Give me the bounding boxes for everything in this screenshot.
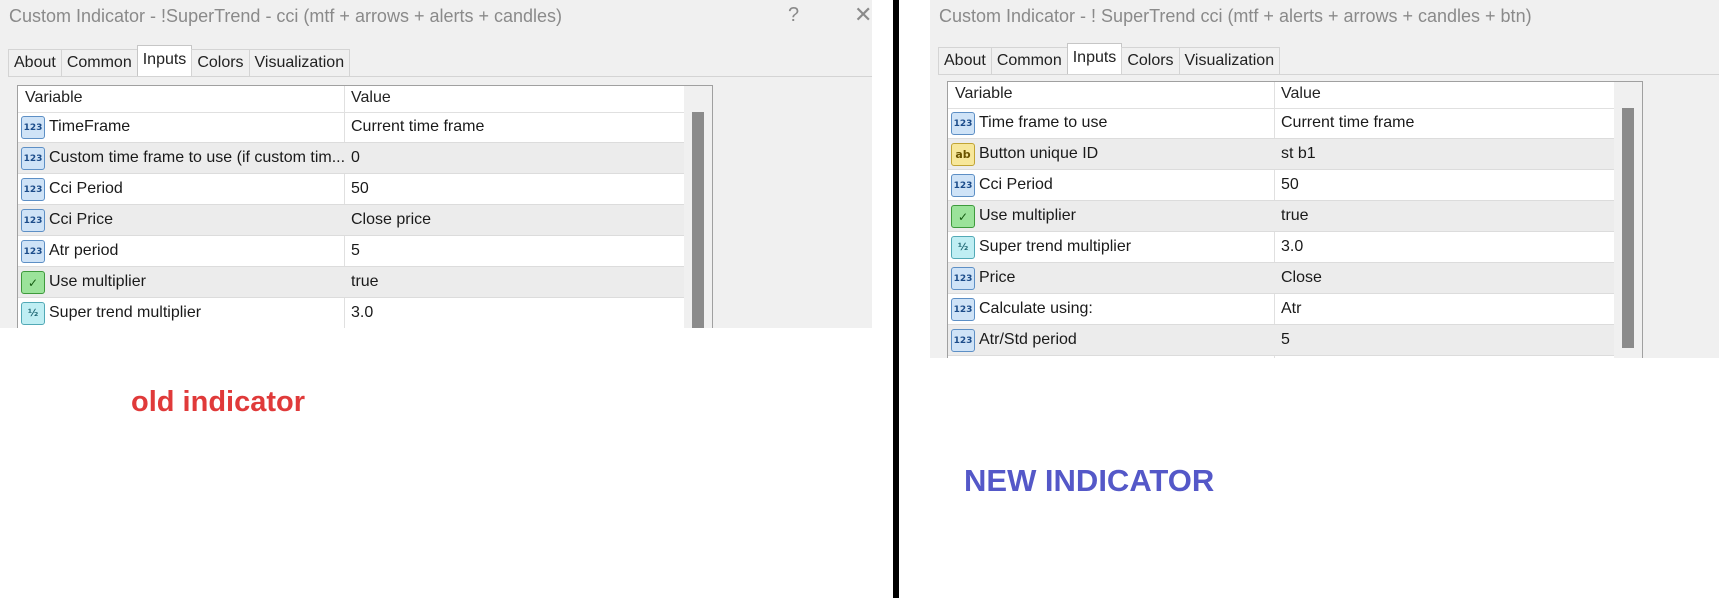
variable-value[interactable]: Current time frame [1281,114,1414,132]
variable-value[interactable]: 5 [351,242,360,260]
variable-name: Time frame to use [979,114,1108,131]
bool-icon: ✓ [951,205,975,228]
variable-name: Cci Period [49,180,123,197]
int-icon: 123 [21,178,45,201]
tab-colors[interactable]: Colors [191,49,250,76]
int-icon: 123 [21,147,45,170]
input-row[interactable]: 123 Cci Period 50 [18,174,684,205]
tab-colors[interactable]: Colors [1121,47,1180,74]
tab-inputs[interactable]: Inputs [136,45,193,76]
int-icon: 123 [951,298,975,321]
vertical-scrollbar[interactable] [1614,82,1642,358]
variable-name: Cci Period [979,176,1053,193]
variable-value[interactable]: 3.0 [351,304,373,322]
input-row[interactable]: 123 Atr period 5 [18,236,684,267]
column-header-variable[interactable]: Variable [25,89,83,107]
help-icon[interactable]: ? [788,4,799,27]
input-row[interactable]: ✓ Use multiplier true [948,201,1614,232]
variable-name: Use multiplier [979,207,1076,224]
close-icon[interactable]: ✕ [854,2,872,28]
tab-visualization[interactable]: Visualization [1178,47,1281,74]
dialog-title: Custom Indicator - ! SuperTrend cci (mtf… [939,6,1532,26]
variable-value[interactable]: 50 [1281,176,1299,194]
variable-name: Cci Price [49,211,114,228]
column-header-value[interactable]: Value [1281,85,1321,103]
input-row[interactable]: ½ Super trend multiplier 3.0 [18,298,684,328]
variable-value[interactable]: Current time frame [351,118,484,136]
tab-common[interactable]: Common [990,47,1068,74]
input-row[interactable]: ✓ Use multiplier true [18,267,684,298]
tab-rule [8,76,872,77]
tab-about[interactable]: About [938,47,992,74]
int-icon: 123 [21,116,45,139]
new-indicator-caption: NEW INDICATOR [964,463,1215,498]
tab-bar: About Common Inputs Colors Visualization [938,43,1281,74]
int-icon: 123 [951,112,975,135]
variable-value[interactable]: true [1281,207,1309,225]
dialog-title: Custom Indicator - !SuperTrend - cci (mt… [9,6,563,26]
tab-about[interactable]: About [8,49,62,76]
variable-name: Price [979,269,1016,286]
vertical-scrollbar[interactable] [684,86,712,328]
inputs-grid: Variable Value 123 Time frame to use Curre… [947,81,1643,358]
input-row[interactable]: ab Button unique ID st b1 [948,139,1614,170]
variable-value[interactable]: st b1 [1281,145,1316,163]
input-row[interactable]: ab [948,356,1614,358]
input-row[interactable]: 123 Calculate using: Atr [948,294,1614,325]
double-icon: ½ [21,302,45,325]
int-icon: 123 [951,329,975,352]
column-header-variable[interactable]: Variable [955,85,1013,103]
variable-value[interactable]: 5 [1281,331,1290,349]
new-indicator-dialog: Custom Indicator - ! SuperTrend cci (mtf… [930,0,1719,358]
int-icon: 123 [951,267,975,290]
int-icon: 123 [21,240,45,263]
grid-rows: 123 TimeFrame Current time frame 123 Custom … [18,112,684,328]
tab-common[interactable]: Common [60,49,138,76]
variable-name: Super trend multiplier [979,238,1132,255]
variable-name: Calculate using: [979,300,1093,317]
grid-header: Variable Value [18,86,684,113]
grid-rows: 123 Time frame to use Current time frame ab… [948,108,1614,358]
column-header-value[interactable]: Value [351,89,391,107]
variable-name: Button unique ID [979,145,1099,162]
inputs-grid: Variable Value 123 TimeFrame Current time … [17,85,713,328]
input-row[interactable]: 123 TimeFrame Current time frame [18,112,684,143]
variable-name: Super trend multiplier [49,304,202,321]
scroll-thumb[interactable] [692,112,704,328]
variable-name: TimeFrame [49,118,131,135]
double-icon: ½ [951,236,975,259]
string-icon: ab [951,143,975,166]
variable-value[interactable]: true [351,273,379,291]
grid-header: Variable Value [948,82,1614,109]
variable-value[interactable]: Atr [1281,300,1301,318]
scroll-thumb[interactable] [1622,108,1634,348]
variable-name: Atr/Std period [979,331,1077,348]
variable-value[interactable]: Close [1281,269,1322,287]
tab-visualization[interactable]: Visualization [248,49,351,76]
tab-rule [938,74,1719,75]
tab-bar: About Common Inputs Colors Visualization [8,45,351,76]
input-row[interactable]: 123 Price Close [948,263,1614,294]
tab-inputs[interactable]: Inputs [1066,43,1123,74]
variable-name: Use multiplier [49,273,146,290]
input-row[interactable]: 123 Cci Price Close price [18,205,684,236]
int-icon: 123 [951,174,975,197]
bool-icon: ✓ [21,271,45,294]
variable-value[interactable]: Close price [351,211,431,229]
int-icon: 123 [21,209,45,232]
variable-name: Custom time frame to use (if custom tim.… [49,149,346,166]
input-row[interactable]: 123 Cci Period 50 [948,170,1614,201]
variable-value[interactable]: 3.0 [1281,238,1303,256]
input-row[interactable]: 123 Custom time frame to use (if custom t… [18,143,684,174]
old-indicator-dialog: Custom Indicator - !SuperTrend - cci (mt… [0,0,872,328]
old-indicator-caption: old indicator [131,386,305,418]
separator-line [893,0,899,598]
variable-value[interactable]: 50 [351,180,369,198]
input-row[interactable]: ½ Super trend multiplier 3.0 [948,232,1614,263]
input-row[interactable]: 123 Atr/Std period 5 [948,325,1614,356]
variable-name: Atr period [49,242,119,259]
input-row[interactable]: 123 Time frame to use Current time frame [948,108,1614,139]
variable-value[interactable]: 0 [351,149,360,167]
